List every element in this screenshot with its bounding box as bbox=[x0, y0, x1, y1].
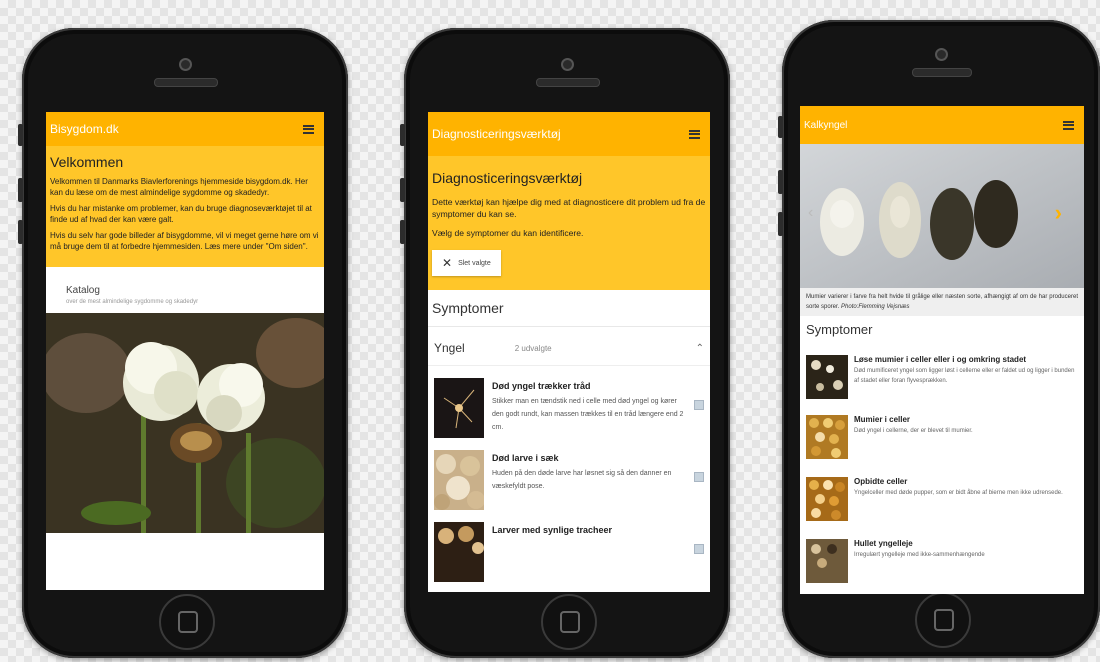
carousel-next-icon[interactable]: › bbox=[1055, 200, 1062, 226]
screen-1: Bisygdom.dk Velkommen Velkommen til Danm… bbox=[46, 112, 324, 590]
catalog-title: Katalog bbox=[66, 285, 100, 296]
side-button bbox=[778, 116, 783, 138]
symptom-title: Hullet yngelleje bbox=[854, 539, 913, 548]
catalog-image[interactable] bbox=[46, 313, 324, 533]
intro-text: Vælg de symptomer du kan identificere. bbox=[432, 228, 584, 238]
speaker-grille bbox=[912, 68, 972, 77]
symptom-checkbox[interactable] bbox=[694, 472, 704, 482]
home-button[interactable] bbox=[159, 594, 215, 650]
app-header: Bisygdom.dk bbox=[46, 112, 324, 146]
symptom-desc: Yngelceller med døde pupper, som er bidt… bbox=[854, 490, 1063, 496]
app-title[interactable]: Kalkyngel bbox=[804, 120, 847, 131]
intro-text: Hvis du har mistanke om problemer, kan d… bbox=[50, 204, 312, 224]
list-item[interactable]: Død yngel trækker tråd Stikker man en tæ… bbox=[428, 366, 710, 444]
welcome-panel: Velkommen Velkommen til Danmarks Biavler… bbox=[46, 146, 324, 267]
symptom-desc: Død yngel i cellerne, der er blevet til … bbox=[854, 428, 973, 434]
accordion-label: Yngel bbox=[434, 341, 465, 355]
image-carousel[interactable]: ‹ › bbox=[800, 144, 1084, 288]
clover-photo bbox=[46, 313, 324, 533]
symptom-thumbnail bbox=[434, 522, 484, 582]
home-button[interactable] bbox=[915, 592, 971, 648]
list-item[interactable]: Opbidte celler Yngelceller med døde pupp… bbox=[800, 465, 1084, 527]
side-button bbox=[778, 212, 783, 236]
symptom-desc: Irregulært yngelleje med ikke-sammenhæng… bbox=[854, 552, 985, 558]
screen-2: Diagnosticeringsværktøj Diagnosticerings… bbox=[428, 112, 710, 592]
symptom-thumbnail bbox=[806, 355, 848, 399]
hamburger-menu-icon[interactable] bbox=[689, 129, 700, 139]
app-title[interactable]: Diagnosticeringsværktøj bbox=[432, 127, 561, 141]
list-item[interactable]: Løse mumier i celler eller i og omkring … bbox=[800, 347, 1084, 405]
symptom-desc: Død mumificeret yngel som ligger løst i … bbox=[854, 368, 1075, 384]
phone-frame-3: Kalkyngel ‹ › Mumier varierer i farve fr… bbox=[778, 20, 1100, 658]
symptom-desc: Huden på den døde larve har løsnet sig s… bbox=[492, 470, 672, 490]
home-button[interactable] bbox=[541, 594, 597, 650]
photo-credit: Photo:Flemming Vejsnæs bbox=[841, 304, 910, 310]
side-button bbox=[400, 220, 405, 244]
intro-text: Velkommen til Danmarks Biavlerforenings … bbox=[50, 177, 308, 197]
symptom-thumbnail bbox=[806, 415, 848, 459]
symptom-title: Mumier i celler bbox=[854, 415, 911, 424]
speaker-grille bbox=[536, 78, 600, 87]
phone-frame-2: Diagnosticeringsværktøj Diagnosticerings… bbox=[400, 28, 730, 658]
kalkyngel-photo bbox=[800, 144, 1084, 288]
symptom-desc: Stikker man en tændstik ned i celle med … bbox=[492, 398, 684, 431]
symptom-checkbox[interactable] bbox=[694, 544, 704, 554]
app-title[interactable]: Bisygdom.dk bbox=[50, 122, 119, 136]
accordion-yngel[interactable]: Yngel 2 udvalgte ⌃ bbox=[428, 327, 710, 366]
catalog-card[interactable]: Katalog over de mest almindelige sygdomm… bbox=[46, 267, 324, 313]
camera-icon bbox=[935, 48, 948, 61]
list-item[interactable]: Hullet yngelleje Irregulært yngelleje me… bbox=[800, 527, 1084, 589]
page-heading: Diagnosticeringsværktøj bbox=[432, 170, 583, 186]
hamburger-menu-icon[interactable] bbox=[1063, 120, 1074, 130]
symptom-title: Opbidte celler bbox=[854, 477, 908, 486]
side-button bbox=[400, 124, 405, 146]
hamburger-menu-icon[interactable] bbox=[303, 124, 314, 134]
side-button bbox=[18, 124, 23, 146]
app-header: Kalkyngel bbox=[800, 106, 1084, 144]
symptom-thumbnail bbox=[806, 477, 848, 521]
clear-selection-button[interactable]: ✕ Slet valgte bbox=[432, 250, 501, 276]
camera-icon bbox=[561, 58, 574, 71]
symptom-title: Død larve i sæk bbox=[492, 453, 559, 463]
side-button bbox=[18, 220, 23, 244]
side-button bbox=[400, 178, 405, 202]
symptom-title: Død yngel trækker tråd bbox=[492, 381, 591, 391]
clear-selection-label: Slet valgte bbox=[458, 259, 491, 267]
screen-3: Kalkyngel ‹ › Mumier varierer i farve fr… bbox=[800, 106, 1084, 594]
intro-text: Hvis du selv har gode billeder af bisygd… bbox=[50, 231, 319, 251]
list-item[interactable]: Larver med synlige tracheer bbox=[428, 516, 710, 588]
intro-panel: Diagnosticeringsværktøj Dette værktøj ka… bbox=[428, 156, 710, 290]
list-item[interactable]: Død larve i sæk Huden på den døde larve … bbox=[428, 444, 710, 516]
symptom-title: Larver med synlige tracheer bbox=[492, 525, 613, 535]
app-header: Diagnosticeringsværktøj bbox=[428, 112, 710, 156]
side-button bbox=[18, 178, 23, 202]
intro-text: Dette værktøj kan hjælpe dig med at diag… bbox=[432, 197, 706, 219]
section-title: Symptomer bbox=[428, 290, 710, 327]
selected-count: 2 udvalgte bbox=[514, 343, 552, 353]
catalog-subtitle: over de mest almindelige sygdomme og ska… bbox=[66, 299, 199, 305]
list-item[interactable]: Mumier i celler Død yngel i cellerne, de… bbox=[800, 405, 1084, 465]
symptom-title: Løse mumier i celler eller i og omkring … bbox=[854, 355, 1027, 364]
phone-frame-1: Bisygdom.dk Velkommen Velkommen til Danm… bbox=[18, 28, 348, 658]
chevron-up-icon[interactable]: ⌃ bbox=[696, 343, 704, 354]
close-icon: ✕ bbox=[442, 256, 453, 270]
side-button bbox=[778, 170, 783, 194]
carousel-prev-icon[interactable]: ‹ bbox=[808, 204, 813, 222]
symptom-thumbnail bbox=[434, 378, 484, 438]
page-heading: Velkommen bbox=[50, 154, 124, 170]
section-title: Symptomer bbox=[806, 322, 873, 337]
symptom-thumbnail bbox=[806, 539, 848, 583]
symptom-thumbnail bbox=[434, 450, 484, 510]
speaker-grille bbox=[154, 78, 218, 87]
image-caption: Mumier varierer i farve fra helt hvide t… bbox=[800, 288, 1084, 316]
symptom-checkbox[interactable] bbox=[694, 400, 704, 410]
camera-icon bbox=[179, 58, 192, 71]
